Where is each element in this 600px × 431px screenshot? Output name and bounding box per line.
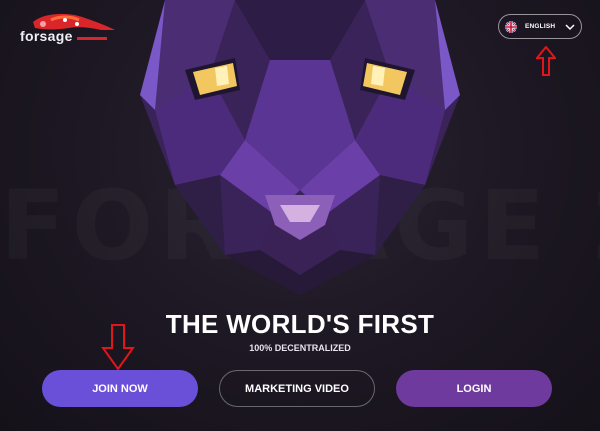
uk-flag-icon — [505, 20, 517, 33]
panther-illustration — [140, 0, 460, 295]
annotation-arrow-up — [536, 46, 556, 76]
language-selector[interactable]: ENGLISH — [498, 14, 582, 39]
hero-subtitle: 100% DECENTRALIZED — [249, 343, 351, 353]
login-button[interactable]: LOGIN — [396, 370, 552, 407]
language-label: ENGLISH — [525, 23, 556, 30]
marketing-video-button[interactable]: MARKETING VIDEO — [219, 370, 375, 407]
hero-title: THE WORLD'S FIRST — [165, 309, 435, 339]
join-now-button[interactable]: JOIN NOW — [42, 370, 198, 407]
chevron-down-icon — [565, 23, 575, 30]
brand-name: forsage — [20, 28, 73, 44]
